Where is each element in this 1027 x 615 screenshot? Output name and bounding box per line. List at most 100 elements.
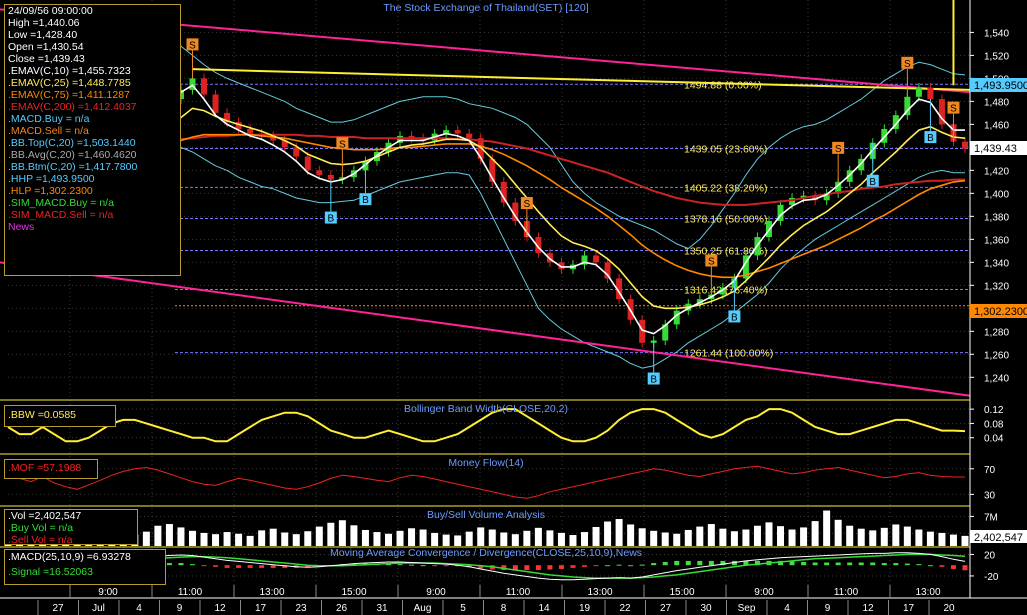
y-tick-label: 1,320 xyxy=(984,281,1009,292)
volume-bar xyxy=(442,534,450,546)
macd-histogram-bar xyxy=(962,565,968,571)
candle-body xyxy=(304,156,311,171)
buy-signal-label: B xyxy=(731,312,738,323)
info-bb-top: .BB.Top(C,20) =1,503.1440 xyxy=(8,137,136,149)
money-flow-line xyxy=(7,465,965,499)
volume-bar xyxy=(223,532,231,546)
bbw-info-panel: .BBW =0.0585 xyxy=(4,405,116,427)
hlp-price-label: 1,302.2300 xyxy=(974,306,1027,318)
buy-signal-label: B xyxy=(362,195,369,206)
y-tick-label: 1,260 xyxy=(984,350,1009,361)
volume-bar xyxy=(696,526,704,546)
y-tick-label: 7M xyxy=(984,512,998,523)
sell-signal-label: S xyxy=(339,139,346,150)
volume-bar xyxy=(269,528,277,546)
macd-histogram-bar xyxy=(847,562,853,566)
info-bb-btm: .BB.Btm(C,20) =1,417.7800 xyxy=(8,161,138,173)
macd-value: .MACD(25,10,9) =6.93278 xyxy=(8,551,131,563)
macd-histogram-bar xyxy=(824,562,830,566)
volume-bar xyxy=(258,530,266,546)
volume-bar xyxy=(684,529,692,546)
volume-bar xyxy=(938,532,946,546)
volume-bar xyxy=(949,534,957,546)
volume-bar xyxy=(961,535,969,546)
volume-bar xyxy=(857,528,865,546)
y-tick-label: 1,380 xyxy=(984,212,1009,223)
info-bb-avg: .BB.Avg(C,20) =1,460.4620 xyxy=(8,149,137,161)
volume-bar xyxy=(177,527,185,546)
info-close: Close =1,439.43 xyxy=(8,53,85,65)
macd-chart-title: Moving Average Convergence / Divergence(… xyxy=(330,547,642,559)
macd-histogram-bar xyxy=(201,565,207,567)
x-time-label: 9:00 xyxy=(98,587,118,598)
x-date-label: Aug xyxy=(414,603,432,614)
x-date-label: 12 xyxy=(862,603,874,614)
info-emav200: .EMAV(C,200) =1,412.4037 xyxy=(8,101,137,113)
volume-bar xyxy=(235,533,243,546)
info-news[interactable]: News xyxy=(5,221,180,233)
sell-signal-label: S xyxy=(189,40,196,51)
x-date-label: 31 xyxy=(376,603,388,614)
x-time-label: 15:00 xyxy=(341,587,366,598)
x-date-label: 5 xyxy=(460,603,466,614)
fibonacci-label: 1494.88 (0.00%) xyxy=(684,79,762,91)
y-tick-label: 1,400 xyxy=(984,189,1009,200)
info-low: Low =1,428.40 xyxy=(8,29,78,41)
y-tick-label: 70 xyxy=(984,465,996,476)
candle-body xyxy=(247,128,254,134)
macd-histogram-bar xyxy=(662,561,668,566)
y-tick-label: 1,420 xyxy=(984,166,1009,177)
y-tick-label: 0.08 xyxy=(984,419,1004,430)
macd-histogram-bar xyxy=(801,561,807,566)
macd-histogram-bar xyxy=(685,560,691,566)
volume-bar xyxy=(673,533,681,546)
macd-histogram-bar xyxy=(178,563,184,566)
info-sim-macd-buy: .SIM_MACD.Buy = n/a xyxy=(8,197,114,209)
volume-bar xyxy=(396,530,404,546)
close-price-label: 1,439.43 xyxy=(974,143,1017,155)
volume-bar xyxy=(523,530,531,546)
macd-histogram-bar xyxy=(674,560,680,566)
volume-bar xyxy=(327,522,335,546)
x-date-label: 27 xyxy=(660,603,672,614)
volume-bar xyxy=(557,532,565,546)
volume-bar xyxy=(650,530,658,546)
signal-value: .Signal =16.52063 xyxy=(8,566,93,578)
x-date-label: 12 xyxy=(214,603,226,614)
candle-body xyxy=(201,78,208,95)
info-high: High =1,440.06 xyxy=(8,17,80,29)
fibonacci-label: 1439.05 (23.60%) xyxy=(684,143,767,155)
x-date-label: 4 xyxy=(136,603,142,614)
volume-bar xyxy=(800,527,808,546)
volume-last-label: 2,402,547 xyxy=(974,532,1023,544)
y-tick-label: 1,280 xyxy=(984,327,1009,338)
volume-bar xyxy=(477,527,485,546)
volume-bar xyxy=(811,521,819,546)
macd-histogram-bar xyxy=(593,565,599,567)
volume-bar xyxy=(846,525,854,546)
volume-bar xyxy=(246,535,254,546)
candle-body xyxy=(927,87,934,100)
volume-bar xyxy=(569,535,577,546)
macd-histogram-bar xyxy=(409,564,415,566)
volume-bar xyxy=(638,528,646,546)
mof-value: .MOF =57.1988 xyxy=(8,462,82,474)
volume-bar xyxy=(200,532,208,546)
info-emav25: .EMAV(C,25) =1,448.7785 xyxy=(8,77,131,89)
volume-bar xyxy=(500,532,508,546)
y-tick-label: 20 xyxy=(984,550,996,561)
y-tick-label: 0.04 xyxy=(984,434,1004,445)
volume-bar xyxy=(465,531,473,546)
money-flow-panel[interactable] xyxy=(7,465,965,499)
buy-signal-label: B xyxy=(650,375,657,386)
volume-value: .Vol =2,402,547 xyxy=(8,510,82,522)
x-date-label: 8 xyxy=(501,603,507,614)
x-date-label: 17 xyxy=(255,603,267,614)
y-tick-label: 30 xyxy=(984,490,996,501)
info-emav75: .EMAV(C,75) =1,411.1287 xyxy=(8,89,130,101)
volume-bar xyxy=(926,531,934,546)
macd-histogram-bar xyxy=(236,565,242,568)
macd-histogram-bar xyxy=(224,565,230,568)
volume-bar xyxy=(419,529,427,546)
macd-histogram-bar xyxy=(870,562,876,566)
